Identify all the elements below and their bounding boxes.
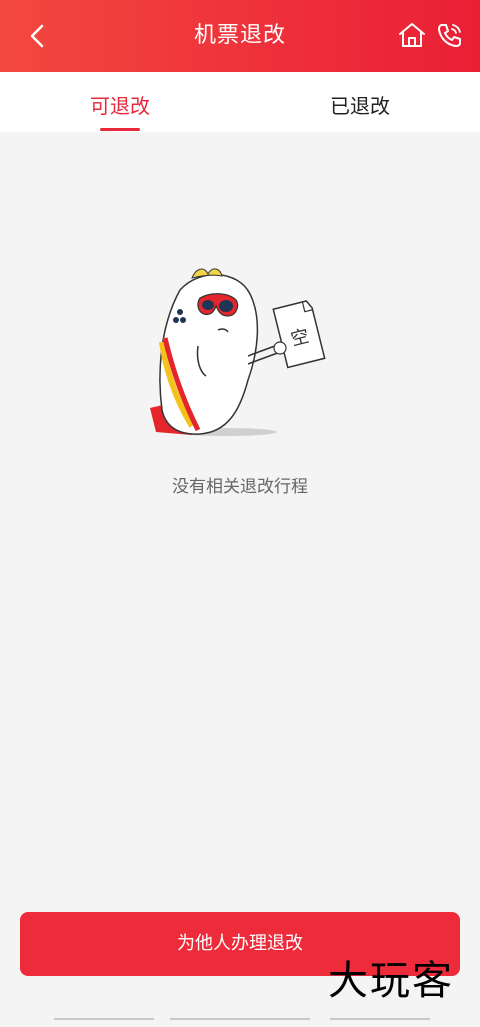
tab-refundable[interactable]: 可退改: [0, 72, 240, 132]
home-icon: [399, 23, 425, 47]
phone-button[interactable]: [435, 20, 465, 50]
phone-icon: [438, 24, 461, 47]
watermark-logo: 大玩客: [328, 958, 454, 1004]
home-indicator: [0, 1008, 480, 1020]
empty-state-message: 没有相关退改行程: [172, 477, 308, 497]
active-tab-indicator: [100, 128, 140, 131]
tab-bar: 可退改 已退改: [0, 72, 480, 132]
tab-refunded[interactable]: 已退改: [240, 72, 480, 132]
top-bar: 机票退改: [0, 0, 480, 72]
empty-state-mascot-illustration: 空: [140, 260, 340, 445]
home-button[interactable]: [397, 20, 427, 50]
